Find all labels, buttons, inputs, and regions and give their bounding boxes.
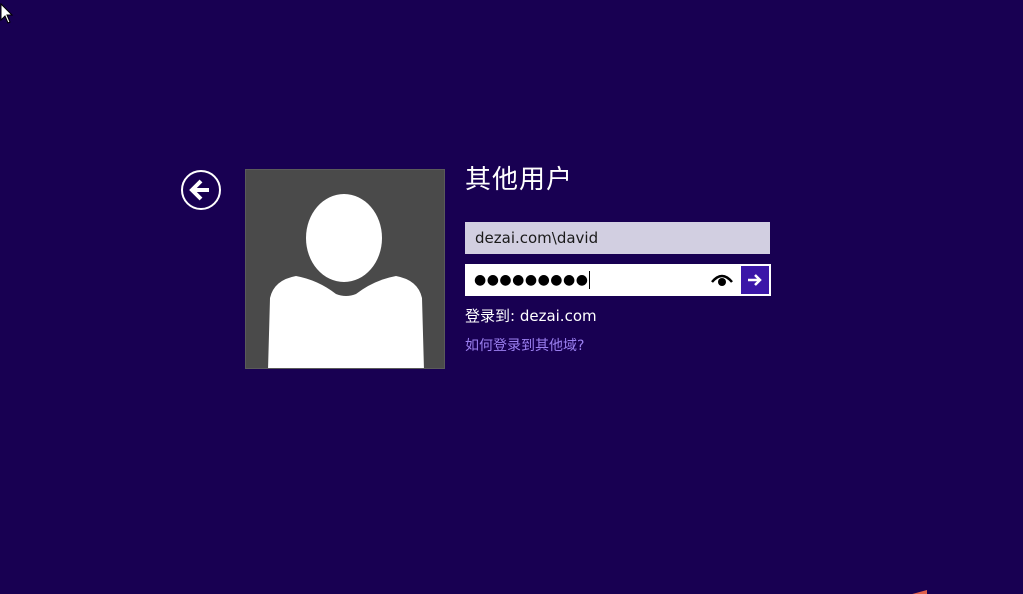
page-title: 其他用户 xyxy=(465,165,574,195)
reveal-password-button[interactable] xyxy=(710,270,734,290)
back-button[interactable] xyxy=(180,169,222,211)
text-caret xyxy=(589,271,591,289)
default-user-silhouette-icon xyxy=(268,194,424,368)
mouse-pointer-icon xyxy=(0,3,14,24)
password-value: ●●●●●●●●● xyxy=(474,271,591,289)
back-arrow-circle-icon xyxy=(181,170,221,210)
other-domain-help-link[interactable]: 如何登录到其他域? xyxy=(465,335,584,357)
eye-icon xyxy=(711,274,733,286)
corner-decoration xyxy=(912,590,927,594)
submit-button[interactable] xyxy=(739,264,771,296)
username-field[interactable]: dezai.com\david xyxy=(465,222,770,254)
arrow-right-icon xyxy=(748,274,762,286)
signin-domain-label: 登录到: dezai.com xyxy=(465,307,597,325)
login-screen: 其他用户 dezai.com\david ●●●●●●●●● 登录到: deza… xyxy=(0,0,1023,594)
user-avatar xyxy=(245,169,445,369)
password-field[interactable]: ●●●●●●●●● xyxy=(465,264,771,296)
